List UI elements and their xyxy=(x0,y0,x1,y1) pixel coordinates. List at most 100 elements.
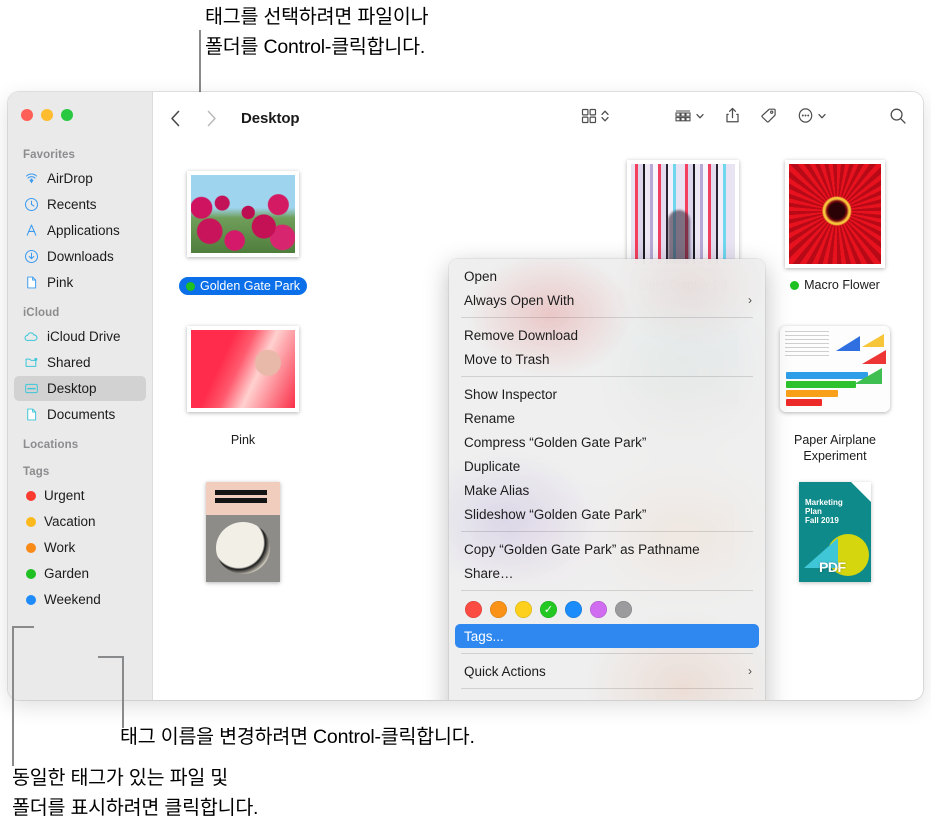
sidebar: Favorites AirDrop Recents Applications D… xyxy=(8,92,153,700)
sidebar-section-tags: Tags xyxy=(23,466,50,478)
menu-item-label: Open xyxy=(464,268,498,284)
menu-item-remove-download[interactable]: Remove Download xyxy=(449,323,765,347)
marketing-plan-pdf-thumbnail: Marketing Plan Fall 2019 PDF xyxy=(799,482,871,582)
view-mode-button[interactable] xyxy=(571,105,620,131)
menu-item-share[interactable]: Share… xyxy=(449,561,765,585)
search-button[interactable] xyxy=(879,105,907,131)
zoom-button[interactable] xyxy=(61,109,73,121)
more-actions-button[interactable] xyxy=(787,105,837,131)
sidebar-item-label: Work xyxy=(44,540,76,555)
menu-item-copy-as-pathname[interactable]: Copy “Golden Gate Park” as Pathname xyxy=(449,537,765,561)
file-name-text: Paper Airplane Experiment xyxy=(793,433,876,463)
sidebar-item-label: Garden xyxy=(44,566,90,581)
file-thumbnail xyxy=(167,313,319,425)
tag-swatch-purple[interactable] xyxy=(590,601,607,618)
tag-swatch-gray[interactable] xyxy=(615,601,632,618)
menu-item-label: Make Alias xyxy=(464,482,530,498)
file-label[interactable]: Pink xyxy=(231,432,255,448)
sidebar-item-label: Documents xyxy=(47,407,116,422)
sidebar-item-airdrop[interactable]: AirDrop xyxy=(14,166,146,191)
menu-separator xyxy=(461,376,753,377)
menu-item-label: Show Inspector xyxy=(464,386,558,402)
sidebar-item-label: iCloud Drive xyxy=(47,329,121,344)
menu-item-rename[interactable]: Rename xyxy=(449,406,765,430)
clock-icon xyxy=(23,197,39,213)
menu-item-label: Remove Download xyxy=(464,327,579,343)
sidebar-item-label: Desktop xyxy=(47,381,97,396)
tag-icon xyxy=(760,107,777,129)
file-item-pink[interactable]: Pink xyxy=(167,313,319,464)
menu-item-make-alias[interactable]: Make Alias xyxy=(449,478,765,502)
file-thumbnail xyxy=(759,158,911,270)
sidebar-item-label: Weekend xyxy=(44,592,101,607)
file-item-marketing-plan[interactable]: Marketing Plan Fall 2019 PDF xyxy=(759,482,911,588)
callout-top-text: 태그를 선택하려면 파일이나 폴더를 Control-클릭합니다. xyxy=(205,6,429,58)
forward-button[interactable] xyxy=(201,108,221,128)
menu-item-show-inspector[interactable]: Show Inspector xyxy=(449,382,765,406)
sidebar-item-label: Urgent xyxy=(44,488,85,503)
sidebar-tag-garden[interactable]: Garden xyxy=(14,561,146,586)
tag-swatch-green[interactable]: ✓ xyxy=(540,601,557,618)
tag-button[interactable] xyxy=(750,105,787,131)
minimize-button[interactable] xyxy=(41,109,53,121)
share-icon xyxy=(725,107,740,129)
file-item-golden-gate-park[interactable]: Golden Gate Park xyxy=(167,158,319,295)
file-label[interactable]: Macro Flower xyxy=(790,277,880,293)
sidebar-item-applications[interactable]: Applications xyxy=(14,218,146,243)
sidebar-tag-weekend[interactable]: Weekend xyxy=(14,587,146,612)
menu-item-duplicate[interactable]: Duplicate xyxy=(449,454,765,478)
sidebar-item-desktop[interactable]: Desktop xyxy=(14,376,146,401)
menu-item-always-open-with[interactable]: Always Open With › xyxy=(449,288,765,312)
bland-workshop-thumbnail xyxy=(206,482,280,582)
sidebar-item-label: Applications xyxy=(47,223,120,238)
tag-swatch-orange[interactable] xyxy=(490,601,507,618)
sidebar-tag-work[interactable]: Work xyxy=(14,535,146,560)
search-icon xyxy=(889,107,907,130)
document-icon xyxy=(23,275,39,291)
shared-folder-icon xyxy=(23,355,39,371)
group-by-button[interactable] xyxy=(664,105,715,131)
menu-separator xyxy=(461,688,753,689)
tag-swatch-yellow[interactable] xyxy=(515,601,532,618)
sidebar-tag-urgent[interactable]: Urgent xyxy=(14,483,146,508)
menu-item-set-desktop-picture[interactable]: Set Desktop Picture xyxy=(449,694,765,701)
menu-item-label: Copy “Golden Gate Park” as Pathname xyxy=(464,541,700,557)
sidebar-item-pink[interactable]: Pink xyxy=(14,270,146,295)
menu-item-move-to-trash[interactable]: Move to Trash xyxy=(449,347,765,371)
downloads-icon xyxy=(23,249,39,265)
menu-item-compress[interactable]: Compress “Golden Gate Park” xyxy=(449,430,765,454)
file-thumbnail xyxy=(167,158,319,270)
menu-item-open[interactable]: Open xyxy=(449,264,765,288)
file-item-macro-flower[interactable]: Macro Flower xyxy=(759,158,911,295)
paper-airplane-thumbnail xyxy=(780,326,890,412)
close-button[interactable] xyxy=(21,109,33,121)
file-item-bland-workshop[interactable] xyxy=(167,482,319,588)
menu-item-quick-actions[interactable]: Quick Actions › xyxy=(449,659,765,683)
sidebar-item-downloads[interactable]: Downloads xyxy=(14,244,146,269)
file-label[interactable]: Paper Airplane Experiment xyxy=(769,432,901,464)
file-label[interactable]: Golden Gate Park xyxy=(178,277,308,295)
tag-swatch-blue[interactable] xyxy=(565,601,582,618)
share-button[interactable] xyxy=(715,105,750,131)
traffic-lights xyxy=(8,100,152,138)
sidebar-item-shared[interactable]: Shared xyxy=(14,350,146,375)
chevron-right-icon: › xyxy=(748,293,752,307)
callout-middle-text: 태그 이름을 변경하려면 Control-클릭합니다. xyxy=(120,726,475,748)
menu-item-label: Quick Actions xyxy=(464,663,546,679)
sidebar-item-recents[interactable]: Recents xyxy=(14,192,146,217)
chevron-right-icon: › xyxy=(748,664,752,678)
sidebar-tag-vacation[interactable]: Vacation xyxy=(14,509,146,534)
sidebar-item-icloud-drive[interactable]: iCloud Drive xyxy=(14,324,146,349)
view-sort-chevrons-icon xyxy=(600,108,610,129)
tag-swatch-red[interactable] xyxy=(465,601,482,618)
sidebar-item-documents[interactable]: Documents xyxy=(14,402,146,427)
sidebar-item-label: AirDrop xyxy=(47,171,93,186)
sidebar-item-label: Downloads xyxy=(47,249,114,264)
file-item-paper-airplane-experiment[interactable]: Paper Airplane Experiment xyxy=(759,313,911,464)
tag-color-swatches: ✓ xyxy=(449,596,765,624)
back-button[interactable] xyxy=(165,108,185,128)
menu-item-slideshow[interactable]: Slideshow “Golden Gate Park” xyxy=(449,502,765,526)
menu-separator xyxy=(461,653,753,654)
callout-bottom-leader-v xyxy=(12,626,14,766)
menu-item-tags[interactable]: Tags... xyxy=(455,624,759,648)
